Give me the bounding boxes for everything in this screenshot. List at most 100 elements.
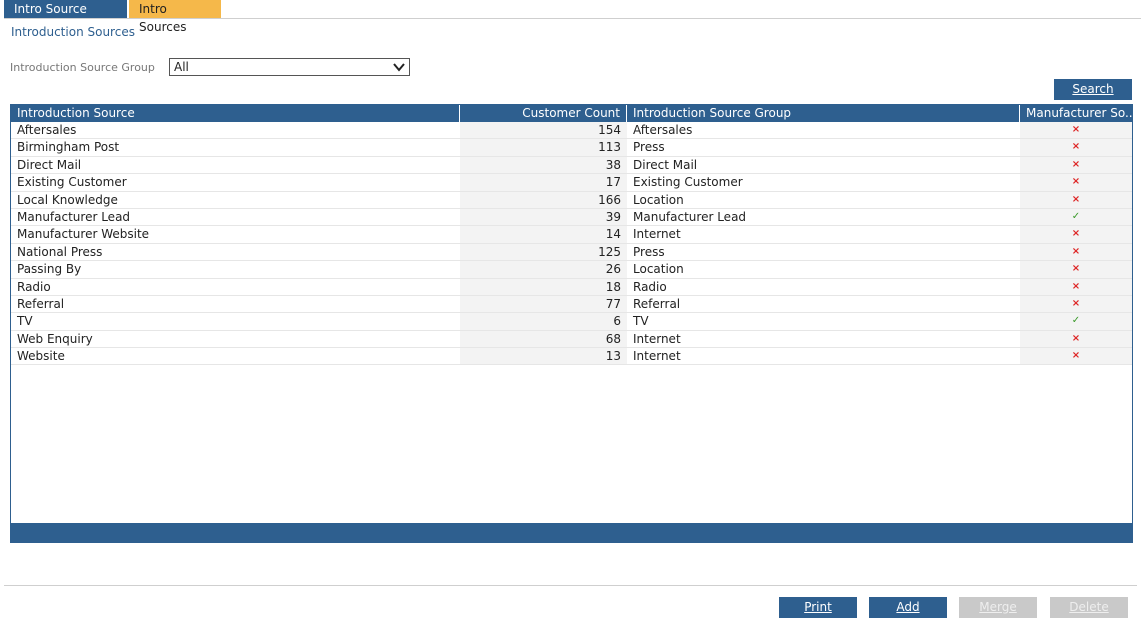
cell-customer-count: 14 xyxy=(460,226,627,243)
table-row[interactable]: TV 6 TV ✓ xyxy=(11,313,1132,331)
merge-button[interactable]: Merge xyxy=(959,597,1037,618)
cell-manufacturer-source: × xyxy=(1020,139,1132,156)
cell-source-group: Internet xyxy=(633,331,681,346)
filter-label: Introduction Source Group xyxy=(10,61,155,74)
cell-manufacturer-source: × xyxy=(1020,122,1132,139)
cell-source: Direct Mail xyxy=(17,157,82,172)
cell-source: Passing By xyxy=(17,262,82,277)
cell-manufacturer-source: × xyxy=(1020,156,1132,174)
cell-customer-count: 77 xyxy=(460,295,627,313)
cell-customer-count: 6 xyxy=(460,313,627,330)
delete-button[interactable]: Delete xyxy=(1050,597,1128,618)
cell-manufacturer-source: ✓ xyxy=(1020,313,1132,330)
cell-source: Manufacturer Lead xyxy=(17,209,131,224)
search-button[interactable]: Search xyxy=(1054,79,1132,100)
cell-source: Manufacturer Website xyxy=(17,227,150,242)
sources-table: Introduction Source Customer Count Intro… xyxy=(10,104,1133,543)
table-row[interactable]: Website 13 Internet × xyxy=(11,348,1132,366)
table-row[interactable]: Manufacturer Lead 39 Manufacturer Lead ✓ xyxy=(11,208,1132,227)
cell-source: Web Enquiry xyxy=(17,331,93,346)
cell-customer-count: 38 xyxy=(460,156,627,174)
cell-customer-count: 166 xyxy=(460,191,627,208)
table-row[interactable]: Direct Mail 38 Direct Mail × xyxy=(11,156,1132,175)
table-footer xyxy=(11,523,1132,542)
column-header-group[interactable]: Introduction Source Group xyxy=(627,105,1020,122)
cross-icon: × xyxy=(1071,332,1081,344)
cell-customer-count: 68 xyxy=(460,330,627,348)
tab-intro-source-groups[interactable]: Intro Source Groups xyxy=(4,0,127,34)
add-button[interactable]: Add xyxy=(869,597,947,618)
cell-source-group: Radio xyxy=(633,279,667,294)
table-row[interactable]: National Press 125 Press × xyxy=(11,243,1132,262)
table-row[interactable]: Referral 77 Referral × xyxy=(11,295,1132,314)
table-row[interactable]: Aftersales 154 Aftersales × xyxy=(11,122,1132,140)
cross-icon: × xyxy=(1071,141,1081,153)
cell-customer-count: 39 xyxy=(460,208,627,226)
check-icon: ✓ xyxy=(1071,210,1081,222)
cell-source-group: Direct Mail xyxy=(633,157,698,172)
cell-source-group: Aftersales xyxy=(633,123,693,137)
cell-source-group: Press xyxy=(633,140,665,155)
cell-customer-count: 125 xyxy=(460,243,627,261)
cross-icon: × xyxy=(1071,280,1081,292)
cell-customer-count: 113 xyxy=(460,139,627,156)
cell-source: Aftersales xyxy=(17,123,77,137)
table-row[interactable]: Manufacturer Website 14 Internet × xyxy=(11,226,1132,244)
cell-source: TV xyxy=(17,314,33,329)
print-button[interactable]: Print xyxy=(779,597,857,618)
cell-source: Radio xyxy=(17,279,51,294)
cell-manufacturer-source: × xyxy=(1020,191,1132,208)
check-icon: ✓ xyxy=(1071,315,1081,327)
column-header-source[interactable]: Introduction Source xyxy=(11,105,460,122)
footer-divider xyxy=(4,585,1137,586)
cell-manufacturer-source: ✓ xyxy=(1020,208,1132,226)
table-row[interactable]: Passing By 26 Location × xyxy=(11,261,1132,279)
cell-source-group: Internet xyxy=(633,349,681,364)
cell-customer-count: 18 xyxy=(460,278,627,295)
cell-manufacturer-source: × xyxy=(1020,174,1132,191)
cell-source-group: Location xyxy=(633,262,684,277)
cross-icon: × xyxy=(1071,228,1081,240)
source-group-select[interactable]: All xyxy=(169,58,410,76)
source-group-select-value: All xyxy=(174,60,189,74)
cell-manufacturer-source: × xyxy=(1020,330,1132,348)
table-body: Aftersales 154 Aftersales × Birmingham Post 1… xyxy=(11,122,1132,366)
table-header: Introduction Source Customer Count Intro… xyxy=(11,105,1132,122)
cell-customer-count: 17 xyxy=(460,174,627,191)
cell-customer-count: 154 xyxy=(460,122,627,139)
cell-source: Local Knowledge xyxy=(17,192,118,207)
cell-source-group: Location xyxy=(633,192,684,207)
cross-icon: × xyxy=(1071,158,1081,170)
cell-source: Website xyxy=(17,349,65,364)
column-header-manufacturer[interactable]: Manufacturer So... xyxy=(1020,105,1132,122)
cross-icon: × xyxy=(1071,350,1081,362)
cell-manufacturer-source: × xyxy=(1020,278,1132,295)
cell-customer-count: 26 xyxy=(460,261,627,278)
cell-manufacturer-source: × xyxy=(1020,295,1132,313)
table-row[interactable]: Existing Customer 17 Existing Customer × xyxy=(11,174,1132,192)
cell-source: Birmingham Post xyxy=(17,140,120,155)
cell-source-group: Manufacturer Lead xyxy=(633,209,747,224)
cell-source: Existing Customer xyxy=(17,175,127,190)
cell-source-group: Existing Customer xyxy=(633,175,743,190)
cell-manufacturer-source: × xyxy=(1020,243,1132,261)
tab-intro-sources[interactable]: Intro Sources xyxy=(129,0,221,34)
cross-icon: × xyxy=(1071,193,1081,205)
cell-manufacturer-source: × xyxy=(1020,261,1132,278)
cross-icon: × xyxy=(1071,297,1081,309)
cell-source-group: Press xyxy=(633,244,665,259)
chevron-down-icon xyxy=(393,63,405,72)
cell-source: Referral xyxy=(17,296,65,311)
cell-customer-count: 13 xyxy=(460,348,627,365)
table-row[interactable]: Birmingham Post 113 Press × xyxy=(11,139,1132,157)
cross-icon: × xyxy=(1071,124,1081,135)
cross-icon: × xyxy=(1071,245,1081,257)
page-title: Introduction Sources xyxy=(11,25,135,39)
cell-source-group: Internet xyxy=(633,227,681,242)
cross-icon: × xyxy=(1071,263,1081,275)
column-header-count[interactable]: Customer Count xyxy=(460,105,627,122)
table-row[interactable]: Radio 18 Radio × xyxy=(11,278,1132,296)
table-row[interactable]: Local Knowledge 166 Location × xyxy=(11,191,1132,209)
tab-bar: Intro Source Groups Intro Sources xyxy=(4,0,221,34)
table-row[interactable]: Web Enquiry 68 Internet × xyxy=(11,330,1132,349)
